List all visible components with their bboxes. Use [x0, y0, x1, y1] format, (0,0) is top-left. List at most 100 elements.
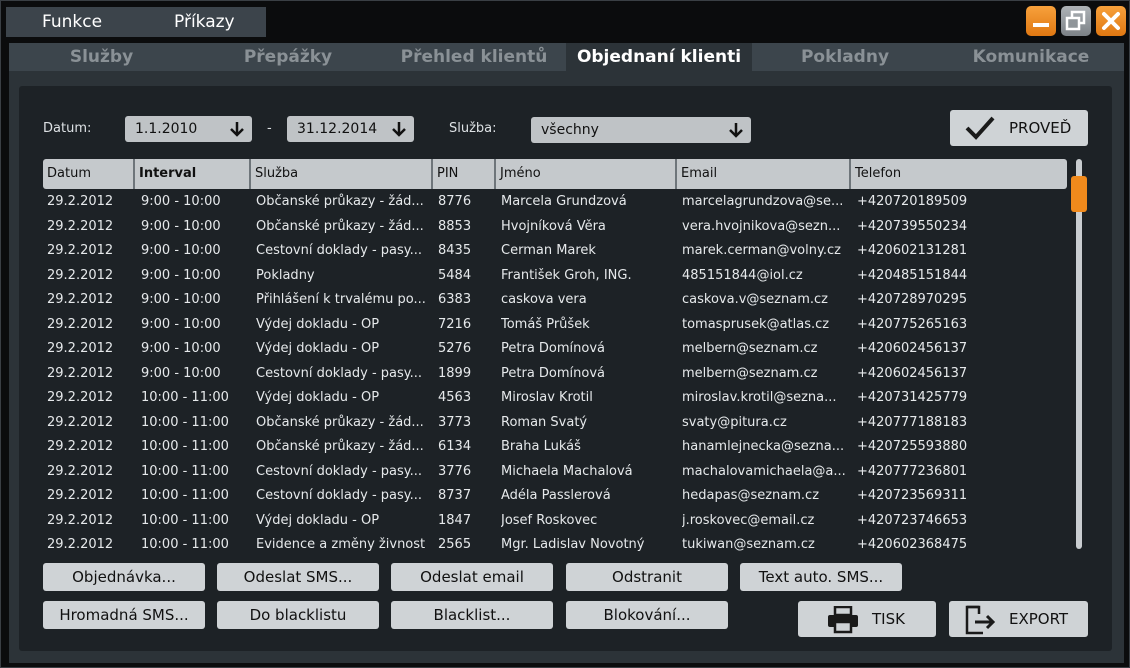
export-button[interactable]: EXPORT — [949, 601, 1088, 637]
col-email[interactable]: Email — [675, 159, 849, 189]
cell-datum: 29.2.2012 — [47, 488, 114, 503]
table-row[interactable]: 29.2.2012 10:00 - 11:00 Občanské průkazy -… — [43, 435, 1067, 460]
cell-interval: 9:00 - 10:00 — [141, 218, 221, 234]
col-telefon[interactable]: Telefon — [849, 159, 1067, 189]
printer-icon — [828, 606, 858, 634]
blacklist-button[interactable]: Blacklist... — [391, 601, 553, 629]
cell-jmeno: Miroslav Krotil — [501, 390, 593, 405]
table-row[interactable]: 29.2.2012 10:00 - 11:00 Výdej dokladu - OP… — [43, 386, 1067, 411]
blokovani-button[interactable]: Blokování... — [566, 601, 728, 629]
restore-button[interactable] — [1061, 6, 1091, 36]
table-row[interactable]: 29.2.2012 10:00 - 11:00 Cestovní doklady -… — [43, 484, 1067, 509]
objednavka-button[interactable]: Objednávka... — [43, 563, 205, 591]
scrollbar-thumb[interactable] — [1071, 176, 1087, 212]
cell-sluzba: Cestovní doklady - pasy... — [256, 243, 423, 258]
tab-komunikace[interactable]: Komunikace — [938, 43, 1124, 71]
table-row[interactable]: 29.2.2012 9:00 - 10:00 Občanské průkazy - … — [43, 215, 1067, 240]
scrollbar-track[interactable] — [1076, 159, 1082, 549]
cell-email: machalovamichaela@a... — [682, 463, 846, 479]
tab-objednani-klienti[interactable]: Objednaní klienti — [566, 43, 752, 71]
cell-datum: 29.2.2012 — [47, 194, 114, 209]
cell-telefon: +420723746653 — [857, 512, 968, 528]
text-auto-sms-button[interactable]: Text auto. SMS... — [740, 563, 902, 591]
tab-prehled-klientu[interactable]: Přehled klientů — [382, 43, 566, 71]
cell-jmeno: Petra Domínová — [501, 341, 606, 356]
table-row[interactable]: 29.2.2012 10:00 - 11:00 Občanské průkazy -… — [43, 411, 1067, 436]
cell-datum: 29.2.2012 — [47, 316, 114, 332]
sluzba-label: Služba: — [449, 121, 497, 136]
minimize-button[interactable] — [1026, 6, 1056, 36]
cell-email: melbern@seznam.cz — [682, 365, 818, 381]
cell-datum: 29.2.2012 — [47, 414, 114, 430]
arrow-down-icon — [392, 122, 406, 137]
cell-datum: 29.2.2012 — [47, 537, 114, 551]
restore-icon — [1065, 10, 1086, 31]
col-jmeno[interactable]: Jméno — [494, 159, 675, 189]
col-pin[interactable]: PIN — [431, 159, 494, 189]
cell-sluzba: Evidence a změny živností — [256, 537, 426, 551]
table-row[interactable]: 29.2.2012 9:00 - 10:00 Občanské průkazy - … — [43, 190, 1067, 215]
odeslat-email-button[interactable]: Odeslat email — [391, 563, 553, 591]
cell-telefon: +420602131281 — [857, 243, 968, 258]
table-header: Datum Interval Služba PIN Jméno Email Te… — [43, 159, 1067, 189]
cell-pin: 8435 — [438, 243, 472, 258]
menu-funkce[interactable]: Funkce — [6, 7, 138, 37]
col-datum[interactable]: Datum — [43, 159, 133, 189]
hromadna-sms-button[interactable]: Hromadná SMS... — [43, 601, 205, 629]
arrow-down-icon — [729, 123, 743, 138]
cell-jmeno: Adéla Passlerová — [501, 488, 611, 503]
cell-jmeno: Braha Lukáš — [501, 439, 581, 454]
col-sluzba[interactable]: Služba — [249, 159, 431, 189]
export-label: EXPORT — [1009, 610, 1069, 628]
tab-pokladny[interactable]: Pokladny — [752, 43, 938, 71]
cell-pin: 6134 — [438, 439, 472, 454]
odeslat-sms-button[interactable]: Odeslat SMS... — [217, 563, 379, 591]
table-row[interactable]: 29.2.2012 10:00 - 11:00 Cestovní doklady -… — [43, 460, 1067, 485]
tab-prepazky[interactable]: Přepážky — [194, 43, 382, 71]
close-icon — [1102, 12, 1120, 30]
cell-jmeno: Roman Svatý — [501, 414, 588, 430]
cell-datum: 29.2.2012 — [47, 243, 114, 258]
cell-jmeno: Marcela Grundzová — [501, 194, 627, 209]
cell-jmeno: Mgr. Ladislav Novotný — [501, 537, 645, 551]
cell-datum: 29.2.2012 — [47, 390, 114, 405]
minimize-icon — [1033, 23, 1049, 27]
sluzba-select[interactable]: všechny — [531, 117, 751, 143]
cell-datum: 29.2.2012 — [47, 463, 114, 479]
close-button[interactable] — [1096, 6, 1126, 36]
tab-sluzby[interactable]: Služby — [9, 43, 194, 71]
proved-button[interactable]: PROVEĎ — [950, 110, 1088, 146]
cell-pin: 8776 — [438, 194, 472, 209]
table-row[interactable]: 29.2.2012 9:00 - 10:00 Cestovní doklady - … — [43, 239, 1067, 264]
cell-jmeno: Tomáš Průšek — [501, 316, 590, 332]
cell-sluzba: Občanské průkazy - žád... — [256, 439, 424, 454]
col-interval[interactable]: Interval — [133, 159, 249, 189]
table-row[interactable]: 29.2.2012 9:00 - 10:00 Výdej dokladu - OP 5… — [43, 337, 1067, 362]
table-row[interactable]: 29.2.2012 9:00 - 10:00 Pokladny 5484 Františ… — [43, 264, 1067, 289]
arrow-down-icon — [230, 122, 244, 137]
cell-pin: 6383 — [438, 292, 472, 307]
cell-pin: 2565 — [438, 537, 472, 551]
date-from-picker[interactable]: 1.1.2010 — [125, 116, 252, 142]
table-row[interactable]: 29.2.2012 9:00 - 10:00 Cestovní doklady - … — [43, 362, 1067, 387]
cell-sluzba: Cestovní doklady - pasy... — [256, 365, 423, 381]
app-window: Funkce Příkazy Služby Přepážky Přehled k… — [0, 0, 1130, 668]
cell-telefon: +420728970295 — [857, 292, 968, 307]
odstranit-button[interactable]: Odstranit — [566, 563, 728, 591]
table-row[interactable]: 29.2.2012 10:00 - 11:00 Výdej dokladu - OP… — [43, 509, 1067, 534]
date-to-picker[interactable]: 31.12.2014 — [287, 116, 414, 142]
cell-email: tukiwan@seznam.cz — [682, 537, 815, 551]
cell-interval: 10:00 - 11:00 — [141, 537, 229, 551]
do-blacklistu-button[interactable]: Do blacklistu — [217, 601, 379, 629]
table-row[interactable]: 29.2.2012 9:00 - 10:00 Výdej dokladu - OP 7… — [43, 313, 1067, 338]
table-row[interactable]: 29.2.2012 10:00 - 11:00 Evidence a změny ž… — [43, 533, 1067, 551]
cell-datum: 29.2.2012 — [47, 512, 114, 528]
cell-jmeno: Josef Roskovec — [501, 512, 598, 528]
table-row[interactable]: 29.2.2012 9:00 - 10:00 Přihlášení k trvalé… — [43, 288, 1067, 313]
tisk-button[interactable]: TISK — [798, 601, 936, 637]
cell-sluzba: Občanské průkazy - žád... — [256, 414, 424, 430]
menu-prikazy[interactable]: Příkazy — [138, 7, 266, 37]
cell-interval: 9:00 - 10:00 — [141, 365, 221, 381]
cell-interval: 9:00 - 10:00 — [141, 194, 221, 209]
cell-sluzba: Cestovní doklady - pasy... — [256, 463, 423, 479]
